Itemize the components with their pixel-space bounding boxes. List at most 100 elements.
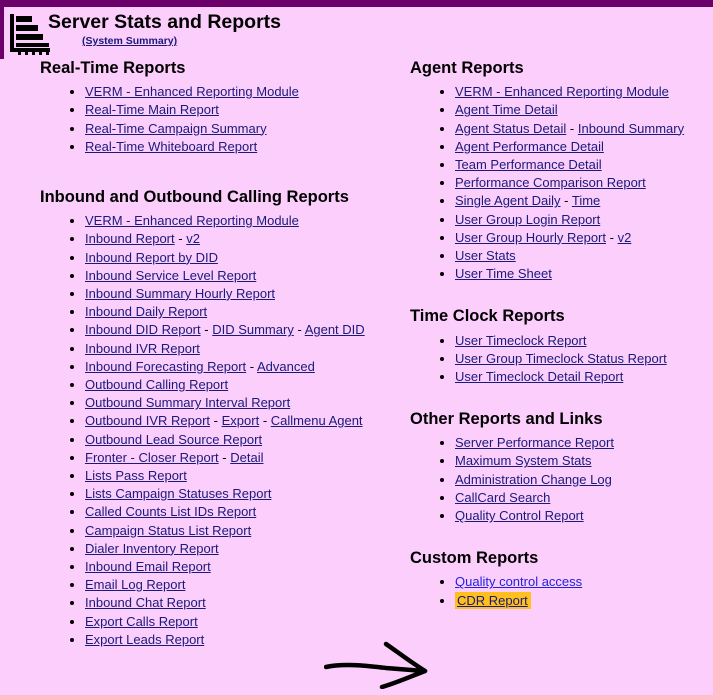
list-item: Export Leads Report (85, 631, 410, 649)
report-link[interactable]: Agent Time Detail (455, 102, 558, 117)
report-link[interactable]: Inbound Forecasting Report (85, 359, 246, 374)
report-link[interactable]: Inbound Email Report (85, 559, 211, 574)
link-separator: - (609, 229, 618, 245)
report-link[interactable]: Export Calls Report (85, 614, 198, 629)
section-heading: Inbound and Outbound Calling Reports (40, 187, 349, 206)
report-section: Real-Time Reports VERM - Enhanced Reporti… (40, 59, 410, 156)
list-item: User Group Timeclock Status Report (455, 350, 713, 368)
report-link[interactable]: Callmenu Agent (271, 413, 363, 428)
report-link[interactable]: VERM - Enhanced Reporting Module (85, 84, 299, 99)
report-link[interactable]: Maximum System Stats (455, 453, 592, 468)
report-link[interactable]: Lists Campaign Statuses Report (85, 486, 271, 501)
list-item: User Timeclock Report (455, 332, 713, 350)
report-section: Time Clock Reports User Timeclock Report U… (410, 307, 713, 386)
report-link[interactable]: Inbound Report (85, 231, 175, 246)
report-link[interactable]: Real-Time Campaign Summary (85, 121, 267, 136)
report-link[interactable]: Inbound Report by DID (85, 250, 218, 265)
report-link[interactable]: Team Performance Detail (455, 157, 602, 172)
page-header: Server Stats and Reports (System Summary… (0, 7, 713, 59)
report-link[interactable]: v2 (186, 231, 200, 246)
report-link[interactable]: Inbound IVR Report (85, 341, 200, 356)
report-link[interactable]: User Group Hourly Report (455, 230, 606, 245)
report-link[interactable]: User Time Sheet (455, 266, 552, 281)
list-item: User Time Sheet (455, 265, 713, 283)
report-link[interactable]: Real-Time Whiteboard Report (85, 139, 257, 154)
report-link[interactable]: CallCard Search (455, 490, 550, 505)
list-item: Called Counts List IDs Report (85, 503, 410, 521)
link-separator: - (213, 413, 222, 429)
report-link[interactable]: Agent Status Detail (455, 121, 566, 136)
report-link[interactable]: Quality Control Report (455, 508, 584, 523)
report-link[interactable]: DID Summary (212, 322, 294, 337)
list-item: Inbound IVR Report (85, 340, 410, 358)
report-link[interactable]: Server Performance Report (455, 435, 614, 450)
report-link[interactable]: Outbound Lead Source Report (85, 432, 262, 447)
report-link[interactable]: Export (222, 413, 260, 428)
report-link[interactable]: User Timeclock Detail Report (455, 369, 623, 384)
list-item: Administration Change Log (455, 471, 713, 489)
list-item: Maximum System Stats (455, 452, 713, 470)
report-link[interactable]: Email Log Report (85, 577, 185, 592)
report-link[interactable]: User Timeclock Report (455, 333, 586, 348)
report-link[interactable]: Inbound Daily Report (85, 304, 207, 319)
right-column: Agent Reports VERM - Enhanced Reporting M… (410, 59, 713, 610)
list-item: Inbound Report by DID (85, 249, 410, 267)
list-item: Export Calls Report (85, 613, 410, 631)
report-section: Inbound and Outbound Calling Reports VERM… (40, 188, 410, 649)
list-item: Outbound Calling Report (85, 376, 410, 394)
report-link[interactable]: Quality control access (455, 574, 582, 589)
list-item: Lists Campaign Statuses Report (85, 485, 410, 503)
report-link[interactable]: Inbound DID Report (85, 322, 201, 337)
page-title: Server Stats and Reports (48, 11, 282, 33)
report-link[interactable]: Outbound Summary Interval Report (85, 395, 290, 410)
list-item: User Group Hourly Report - v2 (455, 229, 713, 247)
report-link[interactable]: Inbound Chat Report (85, 595, 206, 610)
report-link[interactable]: Single Agent Daily (455, 193, 561, 208)
list-item: Inbound Summary Hourly Report (85, 285, 410, 303)
report-link[interactable]: Agent Performance Detail (455, 139, 604, 154)
report-link[interactable]: Agent DID (305, 322, 365, 337)
list-item: Inbound Forecasting Report - Advanced (85, 358, 410, 376)
link-separator: - (204, 322, 213, 338)
report-link[interactable]: VERM - Enhanced Reporting Module (455, 84, 669, 99)
report-link[interactable]: CDR Report (457, 593, 528, 608)
report-link[interactable]: Outbound IVR Report (85, 413, 210, 428)
report-link[interactable]: User Stats (455, 248, 516, 263)
report-link[interactable]: Detail (230, 450, 263, 465)
list-item: Agent Time Detail (455, 101, 713, 119)
system-summary-link[interactable]: (System Summary) (82, 35, 177, 47)
list-item: User Group Login Report (455, 211, 713, 229)
report-link[interactable]: Advanced (257, 359, 315, 374)
report-link[interactable]: Outbound Calling Report (85, 377, 228, 392)
report-link[interactable]: Performance Comparison Report (455, 175, 646, 190)
list-item: Team Performance Detail (455, 156, 713, 174)
list-item: Email Log Report (85, 576, 410, 594)
report-link[interactable]: Lists Pass Report (85, 468, 187, 483)
report-link[interactable]: Fronter - Closer Report (85, 450, 219, 465)
section-heading: Time Clock Reports (410, 307, 565, 326)
report-link[interactable]: Export Leads Report (85, 632, 204, 647)
list-item: Fronter - Closer Report - Detail (85, 449, 410, 467)
link-separator: - (297, 322, 305, 338)
report-link[interactable]: VERM - Enhanced Reporting Module (85, 213, 299, 228)
report-link[interactable]: Inbound Service Level Report (85, 268, 256, 283)
report-link[interactable]: Administration Change Log (455, 472, 612, 487)
report-link[interactable]: Inbound Summary (578, 121, 684, 136)
report-link[interactable]: Dialer Inventory Report (85, 541, 219, 556)
report-link-list: Quality control access CDR Report (410, 573, 713, 609)
list-item: VERM - Enhanced Reporting Module (455, 83, 713, 101)
report-link[interactable]: Inbound Summary Hourly Report (85, 286, 275, 301)
list-item: CallCard Search (455, 489, 713, 507)
section-heading: Other Reports and Links (410, 410, 603, 429)
report-link[interactable]: Called Counts List IDs Report (85, 504, 256, 519)
list-item: Real-Time Main Report (85, 101, 410, 119)
report-link[interactable]: Real-Time Main Report (85, 102, 219, 117)
report-link[interactable]: Time (572, 193, 600, 208)
report-link[interactable]: User Group Timeclock Status Report (455, 351, 667, 366)
report-link[interactable]: v2 (618, 230, 632, 245)
list-item: Inbound Chat Report (85, 594, 410, 612)
link-separator: - (262, 413, 271, 429)
section-heading: Agent Reports (410, 59, 524, 77)
report-link[interactable]: User Group Login Report (455, 212, 600, 227)
report-link[interactable]: Campaign Status List Report (85, 523, 251, 538)
